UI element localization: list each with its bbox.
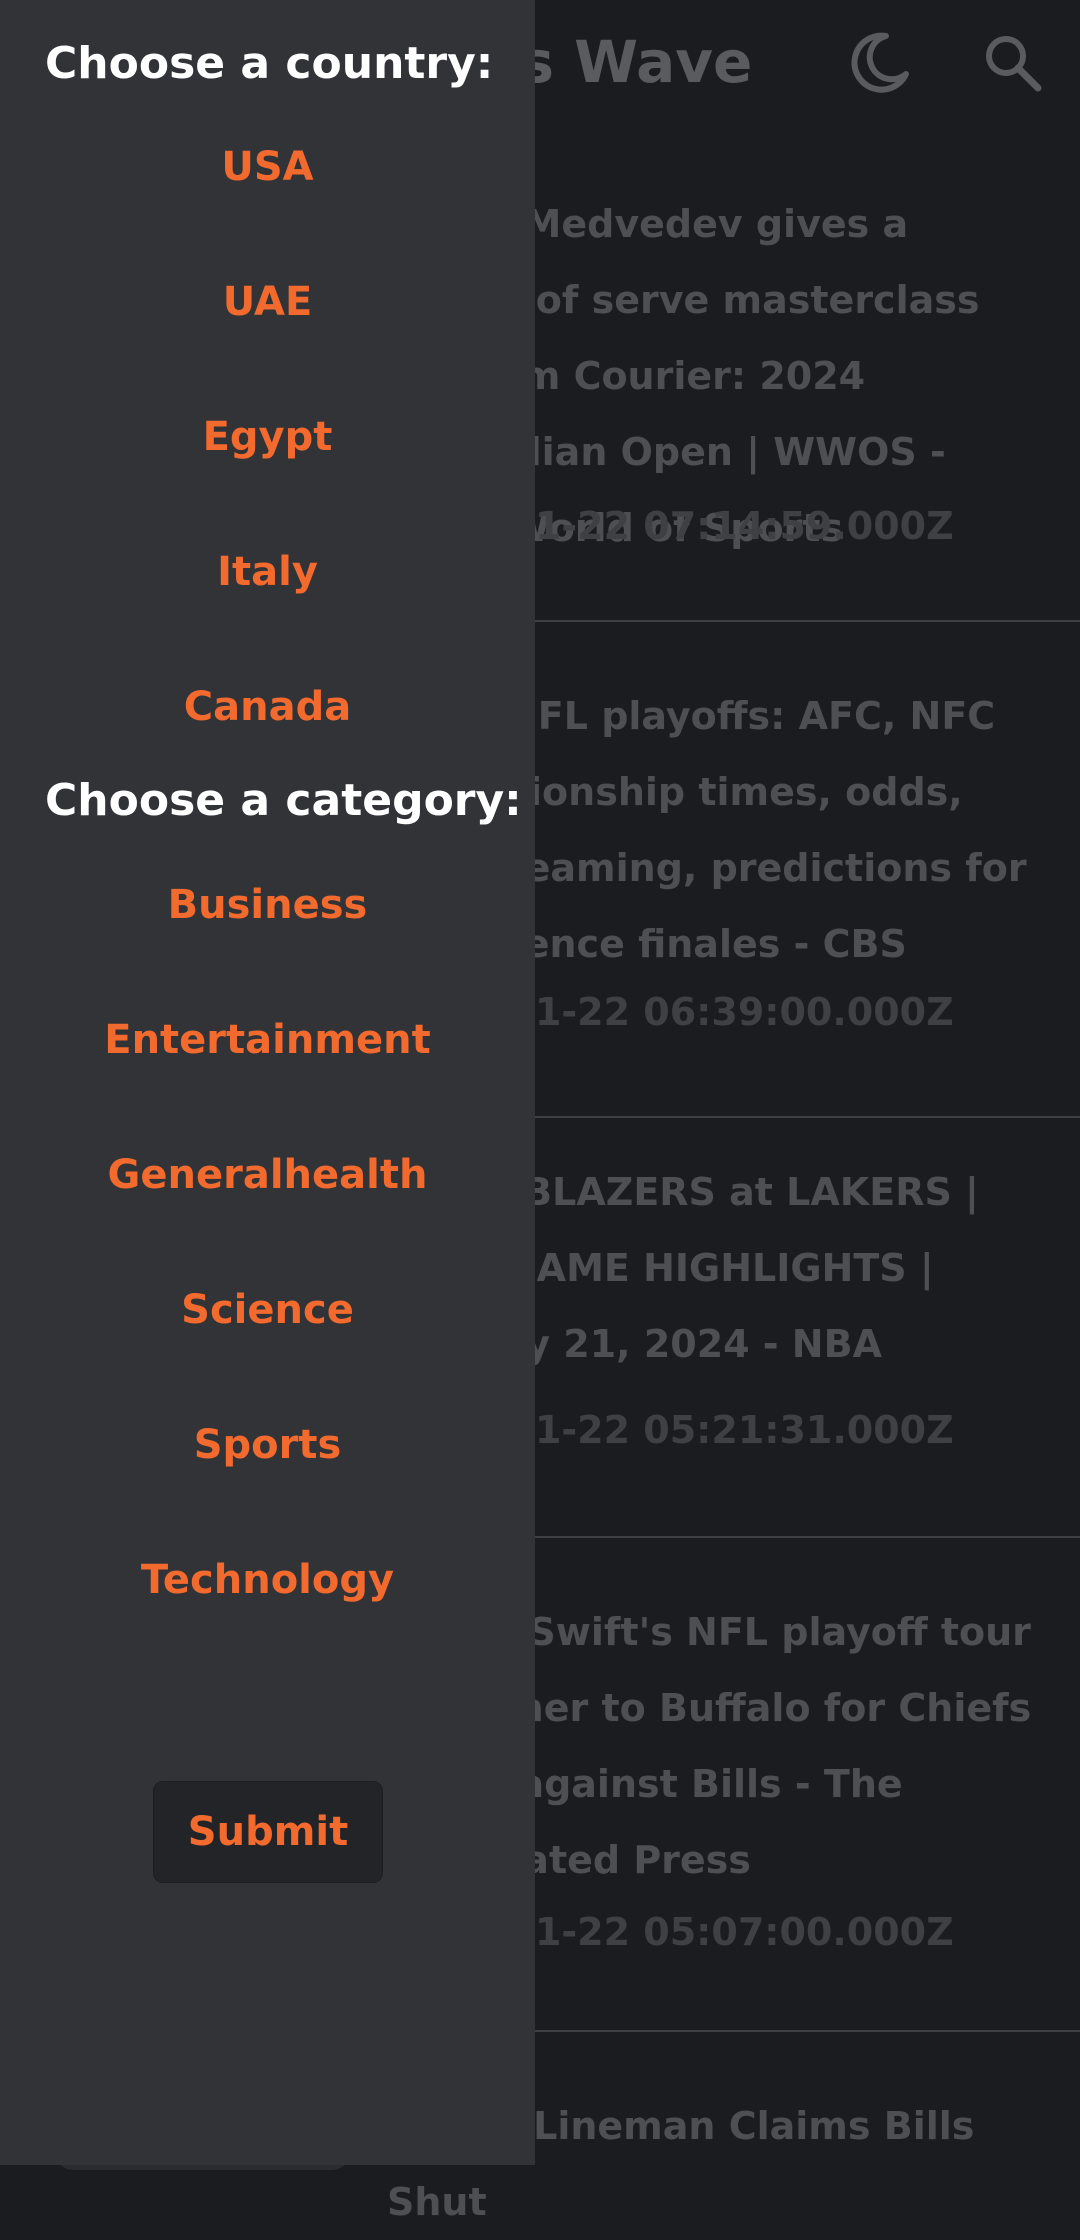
category-option-generalhealth[interactable]: Generalhealth: [0, 1152, 535, 1198]
country-option-canada[interactable]: Canada: [0, 684, 535, 730]
moon-icon[interactable]: [846, 30, 912, 96]
country-option-egypt[interactable]: Egypt: [0, 414, 535, 460]
submit-button[interactable]: Submit: [153, 1781, 383, 1883]
filter-drawer: Choose a country: USA UAE Egypt Italy Ca…: [0, 0, 535, 2165]
country-heading: Choose a country:: [45, 38, 494, 89]
country-option-italy[interactable]: Italy: [0, 549, 535, 595]
country-option-usa[interactable]: USA: [0, 144, 535, 190]
category-heading: Choose a category:: [45, 775, 522, 826]
category-option-business[interactable]: Business: [0, 882, 535, 928]
category-option-technology[interactable]: Technology: [0, 1557, 535, 1603]
category-option-science[interactable]: Science: [0, 1287, 535, 1333]
country-option-uae[interactable]: UAE: [0, 279, 535, 325]
submit-button-label: Submit: [187, 1809, 349, 1855]
category-option-entertainment[interactable]: Entertainment: [0, 1017, 535, 1063]
search-icon[interactable]: [980, 30, 1046, 96]
category-option-sports[interactable]: Sports: [0, 1422, 535, 1468]
